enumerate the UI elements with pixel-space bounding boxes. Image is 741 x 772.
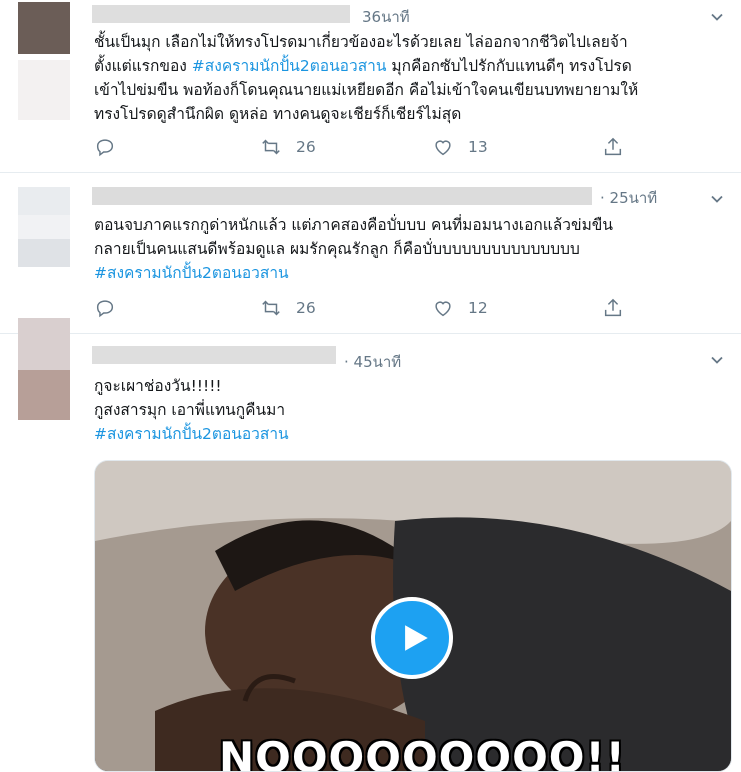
tweet-text: ตอนจบภาคแรกกูด่าหนักแล้ว แต่ภาคสองคือบั่…: [94, 213, 724, 285]
tweet[interactable]: 36นาที ชั้นเป็นมุก เลือกไม่ให้ทรงโปรดมาเ…: [0, 0, 741, 173]
avatar[interactable]: [18, 2, 70, 54]
author-name-redacted[interactable]: [92, 187, 592, 205]
retweet-button[interactable]: 26: [260, 136, 316, 158]
retweet-icon: [262, 300, 280, 316]
retweet-count: 26: [296, 138, 316, 156]
tweet-line: กูจะเผาช่องวัน!!!!!: [94, 377, 222, 395]
reply-icon: [96, 300, 114, 318]
tweet-line: #สงครามนักปั้น2ตอนอวสาน: [94, 261, 724, 285]
author-name-redacted[interactable]: [92, 5, 350, 23]
like-button[interactable]: 13: [432, 136, 488, 158]
video-caption: NOOOOOOOOO!!: [219, 733, 626, 772]
reply-button[interactable]: [94, 136, 116, 158]
chevron-down-icon[interactable]: [709, 352, 725, 368]
like-button[interactable]: 12: [432, 297, 488, 319]
author-name-redacted[interactable]: [92, 346, 336, 364]
like-count: 12: [468, 299, 488, 317]
heart-icon: [435, 301, 451, 317]
share-icon: [604, 137, 622, 156]
play-icon: [405, 625, 428, 651]
share-button[interactable]: [602, 297, 624, 319]
tweet-line: กูสงสารมุก เอาพี่แทนกูคืนมา: [94, 401, 286, 419]
tweet-line: ตอนจบภาคแรกกูด่าหนักแล้ว แต่ภาคสองคือบั่…: [94, 216, 613, 234]
tweet-timestamp[interactable]: · 25นาที: [600, 186, 657, 210]
hashtag-link[interactable]: #สงครามนักปั้น2ตอนอวสาน: [94, 425, 289, 443]
hashtag-link[interactable]: #สงครามนักปั้น2ตอนอวสาน: [94, 264, 289, 282]
reply-icon: [96, 139, 114, 157]
tweet-line: #สงครามนักปั้น2ตอนอวสาน: [94, 422, 724, 446]
hashtag-link[interactable]: #สงครามนักปั้น2ตอนอวสาน: [192, 57, 387, 75]
video-media[interactable]: NOOOOOOOOO!!: [94, 460, 732, 772]
tweet-line: ชั้นเป็นมุก เลือกไม่ให้ทรงโปรดมาเกี่ยวข้…: [94, 33, 628, 51]
tweet-text: กูจะเผาช่องวัน!!!!! กูสงสารมุก เอาพี่แทน…: [94, 374, 724, 446]
tweet-line: ตั้งแต่แรกของ #สงครามนักปั้น2ตอนอวสาน มุ…: [94, 57, 632, 75]
tweet-actions: 26 12: [94, 297, 654, 321]
play-button[interactable]: [371, 597, 453, 679]
tweet-actions: 26 13: [94, 136, 654, 160]
tweet-line: เข้าไปข่มขืน พอท้องก็โดนคุณนายแม่เหยียดอ…: [94, 81, 639, 99]
retweet-icon: [262, 139, 280, 155]
tweet[interactable]: · 25นาที ตอนจบภาคแรกกูด่าหนักแล้ว แต่ภาค…: [0, 173, 741, 334]
tweet-timestamp[interactable]: · 45นาที: [344, 350, 401, 374]
chevron-down-icon[interactable]: [709, 9, 725, 25]
avatar[interactable]: [18, 318, 70, 420]
like-count: 13: [468, 138, 488, 156]
tweet-timestamp[interactable]: 36นาที: [362, 5, 410, 29]
tweet-line: ทรงโปรดดูสำนึกผิด ดูหล่อ ทางคนดูจะเชียร์…: [94, 105, 462, 123]
tweet-line: กลายเป็นคนแสนดีพร้อมดูแล ผมรักคุณรักลูก …: [94, 240, 580, 258]
reply-button[interactable]: [94, 297, 116, 319]
avatar-blur: [18, 60, 70, 120]
tweet-text: ชั้นเป็นมุก เลือกไม่ให้ทรงโปรดมาเกี่ยวข้…: [94, 30, 724, 126]
avatar[interactable]: [18, 187, 70, 267]
retweet-button[interactable]: 26: [260, 297, 316, 319]
share-button[interactable]: [602, 136, 624, 158]
chevron-down-icon[interactable]: [709, 191, 725, 207]
share-icon: [604, 298, 622, 317]
retweet-count: 26: [296, 299, 316, 317]
heart-icon: [435, 140, 451, 156]
tweet[interactable]: · 45นาที กูจะเผาช่องวัน!!!!! กูสงสารมุก …: [0, 318, 741, 772]
